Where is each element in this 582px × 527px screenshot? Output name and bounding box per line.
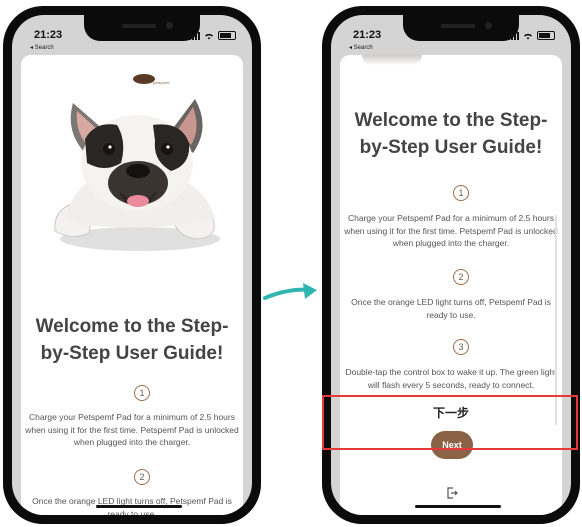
guide-card: petspemf Welcome to the Step-by-Step Use… — [21, 55, 243, 515]
step-number-3: 3 — [453, 339, 469, 355]
step-number-1: 1 — [134, 385, 150, 401]
step-number-2: 2 — [134, 469, 150, 485]
signal-icon — [508, 31, 519, 40]
back-to-search-link[interactable]: ◂ Search — [30, 44, 54, 51]
exit-icon[interactable] — [446, 487, 458, 499]
status-time: 21:23 — [34, 29, 63, 41]
status-icons — [508, 31, 555, 40]
brand-logo: petspemf — [133, 73, 173, 87]
step-text-1: Charge your Petspemf Pad for a minimum o… — [344, 213, 558, 248]
notch — [84, 15, 200, 41]
signal-icon — [189, 31, 200, 40]
transition-arrow-icon — [263, 283, 317, 300]
phone-screen-left: 21:23 ◂ Search petspemf Welcome to the S… — [12, 15, 252, 515]
battery-icon — [218, 31, 236, 40]
step-number-2: 2 — [453, 269, 469, 285]
back-to-search-link[interactable]: ◂ Search — [349, 44, 373, 51]
french-bulldog-image — [54, 99, 220, 251]
scrollbar[interactable] — [555, 215, 557, 425]
highlight-box — [322, 395, 578, 450]
notch — [403, 15, 519, 41]
step-number-1: 1 — [453, 185, 469, 201]
dog-image-edge — [362, 55, 422, 65]
step-text-1: Charge your Petspemf Pad for a minimum o… — [25, 412, 239, 447]
wifi-icon — [205, 33, 213, 39]
welcome-title: Welcome to the Step-by-Step User Guide! — [35, 316, 229, 364]
wifi-icon — [524, 33, 532, 39]
home-indicator[interactable] — [415, 505, 501, 508]
home-indicator[interactable] — [96, 505, 182, 508]
phone-frame-left: 21:23 ◂ Search petspemf Welcome to the S… — [3, 6, 261, 524]
welcome-title: Welcome to the Step-by-Step User Guide! — [354, 110, 548, 158]
battery-icon — [537, 31, 555, 40]
step-text-3: Double-tap the control box to wake it up… — [345, 367, 557, 390]
status-time: 21:23 — [353, 29, 382, 41]
step-text-2: Once the orange LED light turns off, Pet… — [351, 297, 551, 320]
status-icons — [189, 31, 236, 40]
